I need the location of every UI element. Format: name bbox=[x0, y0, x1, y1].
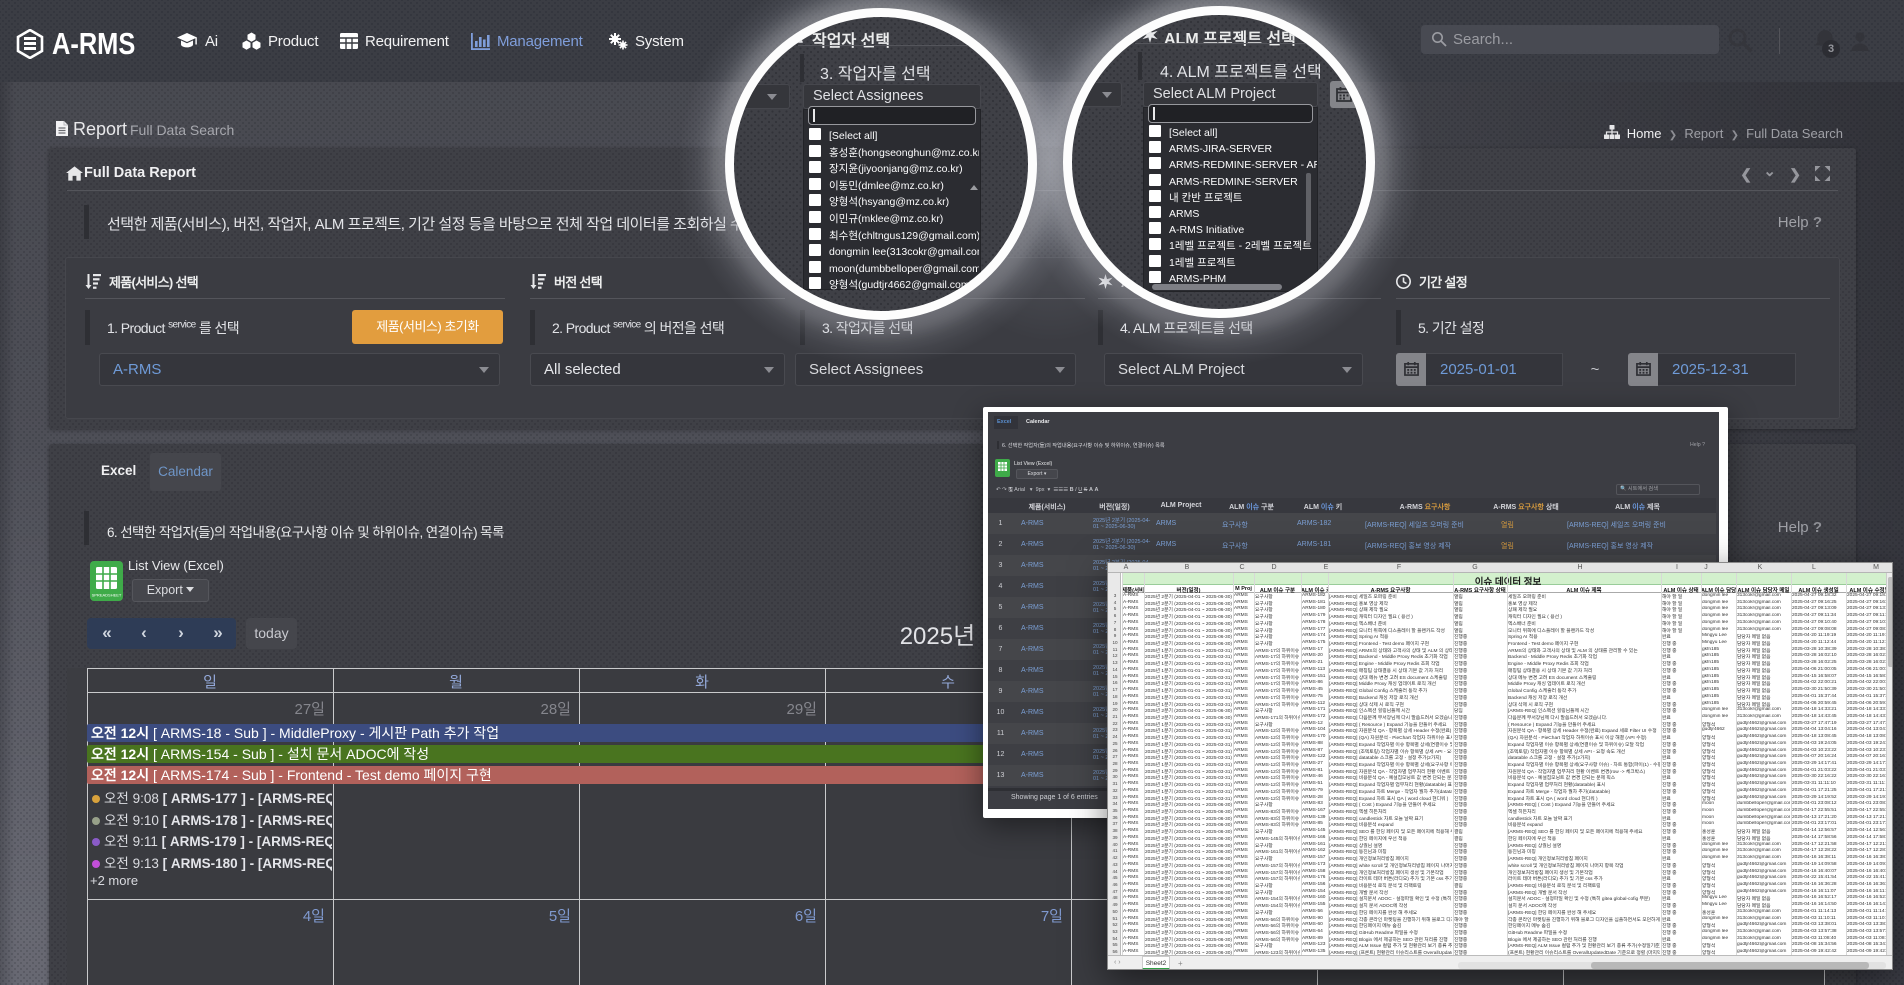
svg-text:SPREADSHEET: SPREADSHEET bbox=[92, 593, 122, 598]
